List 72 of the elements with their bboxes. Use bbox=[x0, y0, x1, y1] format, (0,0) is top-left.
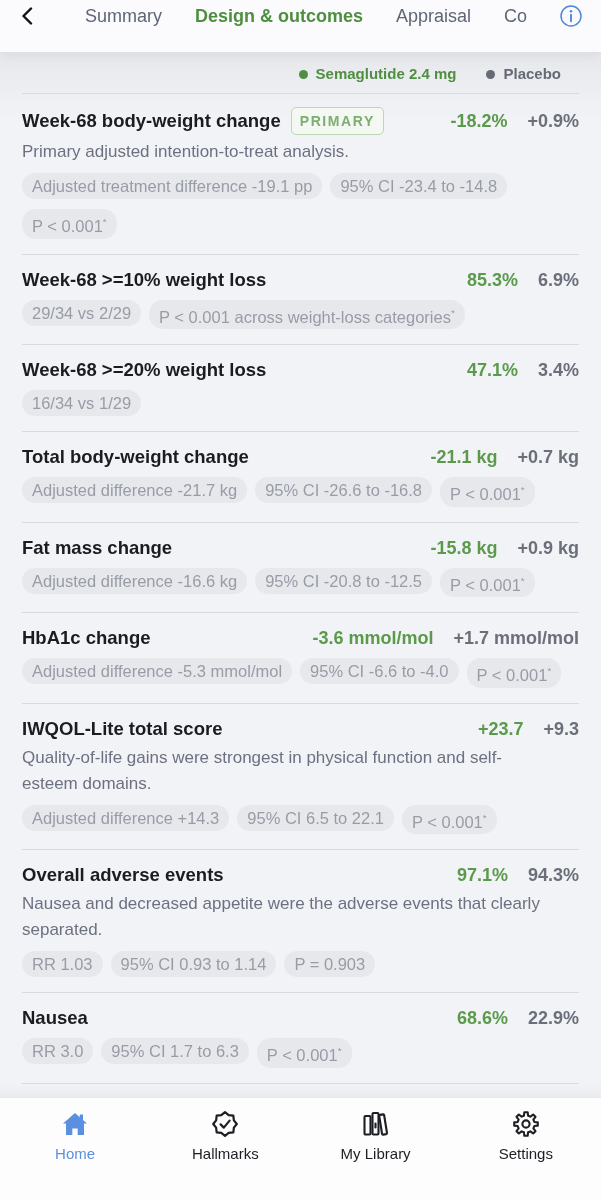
outcome-note: Nausea and decreased appetite were the adverse events that clearly separated. bbox=[22, 893, 541, 941]
stat-chip: P < 0.001$^{*}$ bbox=[466, 658, 562, 688]
home-icon bbox=[61, 1110, 90, 1138]
stat-chip: 95% CI -23.4 to -14.8 bbox=[330, 173, 508, 199]
outcome-title: Fat mass change bbox=[22, 535, 173, 560]
stat-chip: 95% CI 1.7 to 6.3 bbox=[101, 1038, 249, 1064]
treatment-value: 68.6% bbox=[456, 1007, 508, 1030]
treatment-value: -21.1 kg bbox=[430, 446, 498, 469]
treatment-value: -3.6 mmol/mol bbox=[312, 627, 434, 650]
stat-chip: P < 0.001$^{*}$ bbox=[440, 477, 535, 507]
placebo-value: 94.3% bbox=[527, 864, 579, 887]
seal-check-icon bbox=[211, 1110, 240, 1138]
placebo-value: 3.4% bbox=[537, 359, 579, 382]
treatment-value: 47.1% bbox=[466, 359, 518, 382]
chevron-left-icon bbox=[21, 7, 33, 25]
stat-chip: 95% CI -6.6 to -4.0 bbox=[300, 658, 459, 684]
placebo-value: +0.7 kg bbox=[517, 446, 579, 469]
stat-chip: P < 0.001$^{*}$ bbox=[440, 567, 535, 597]
stat-chip: Adjusted difference -16.6 kg bbox=[22, 567, 248, 594]
placebo-value: 6.9% bbox=[537, 268, 579, 292]
nav-item[interactable]: Hallmarks bbox=[190, 1098, 261, 1164]
tab[interactable]: Summary bbox=[85, 4, 162, 28]
legend-label: Semaglutide 2.4 mg bbox=[315, 64, 457, 84]
stat-chip: RR 3.0 bbox=[22, 1038, 94, 1064]
stat-chip: 95% CI 6.5 to 22.1 bbox=[237, 804, 394, 831]
stat-chip: 16/34 vs 1/29 bbox=[22, 390, 142, 416]
placebo-value: 22.9% bbox=[527, 1007, 579, 1030]
outcome-note: Quality-of-life gains were strongest in physical function and self-esteem domains. bbox=[22, 746, 503, 795]
nav-item[interactable]: Settings bbox=[496, 1098, 555, 1164]
stat-chip: RR 1.03 bbox=[22, 951, 103, 977]
treatment-value: -18.2% bbox=[450, 110, 508, 133]
stat-chip: 95% CI -26.6 to -16.8 bbox=[255, 477, 432, 503]
primary-tag: PRIMARY bbox=[290, 107, 384, 135]
stat-chip: 95% CI 0.93 to 1.14 bbox=[110, 951, 277, 977]
placebo-value: +1.7 mmol/mol bbox=[453, 627, 579, 650]
outcome-title: HbA1c change bbox=[22, 626, 151, 650]
gear-icon bbox=[511, 1110, 540, 1138]
stat-chip: Adjusted difference -5.3 mmol/mol bbox=[22, 658, 293, 684]
outcome-note: Primary adjusted intention-to-treat analysis. bbox=[22, 141, 350, 163]
info-button[interactable] bbox=[560, 4, 582, 28]
info-icon bbox=[560, 5, 582, 27]
outcome-title: Week-68 >=10% weight loss bbox=[22, 267, 267, 292]
stat-chip: P = 0.903 bbox=[284, 951, 376, 977]
outcome-title: Week-68 body-weight change bbox=[22, 109, 281, 133]
stat-chip: 95% CI -20.8 to -12.5 bbox=[255, 567, 432, 594]
outcome-title: Overall adverse events bbox=[22, 863, 224, 887]
placebo-value: +0.9% bbox=[527, 110, 579, 133]
legend-label: Placebo bbox=[503, 64, 561, 84]
nav-item[interactable]: Home bbox=[53, 1098, 98, 1164]
stat-chip: Adjusted treatment difference -19.1 pp bbox=[22, 173, 323, 199]
nav-item[interactable]: My Library bbox=[338, 1098, 413, 1164]
stat-chip: Adjusted difference -21.7 kg bbox=[22, 477, 248, 503]
stat-chip: Adjusted difference +14.3 bbox=[22, 804, 230, 831]
placebo-value: +0.9 kg bbox=[517, 536, 579, 560]
placebo-value: +9.3 bbox=[543, 717, 579, 741]
treatment-value: 85.3% bbox=[466, 268, 518, 292]
treatment-value: -15.8 kg bbox=[430, 536, 498, 560]
outcome-title: Nausea bbox=[22, 1006, 88, 1030]
stat-chip: P < 0.001$^{*}$ bbox=[402, 804, 497, 834]
outcome-title: Week-68 >=20% weight loss bbox=[22, 358, 267, 382]
tab[interactable]: Appraisal bbox=[396, 4, 472, 28]
outcome-title: Total body-weight change bbox=[22, 445, 249, 469]
stat-chip: P < 0.001$^{*}$ bbox=[22, 209, 117, 239]
tab[interactable]: Design & outcomes bbox=[195, 4, 364, 28]
stat-chip: 29/34 vs 2/29 bbox=[22, 299, 142, 326]
treatment-value: 97.1% bbox=[456, 864, 508, 887]
treatment-value: +23.7 bbox=[477, 717, 524, 741]
books-icon bbox=[361, 1110, 390, 1138]
outcome-title: IWQOL-Lite total score bbox=[22, 716, 223, 741]
stat-chip: P < 0.001 across weight-loss categories$^{*}$ bbox=[149, 299, 465, 329]
stat-chip: P < 0.001$^{*}$ bbox=[256, 1038, 352, 1068]
tab[interactable]: Co bbox=[504, 4, 528, 28]
